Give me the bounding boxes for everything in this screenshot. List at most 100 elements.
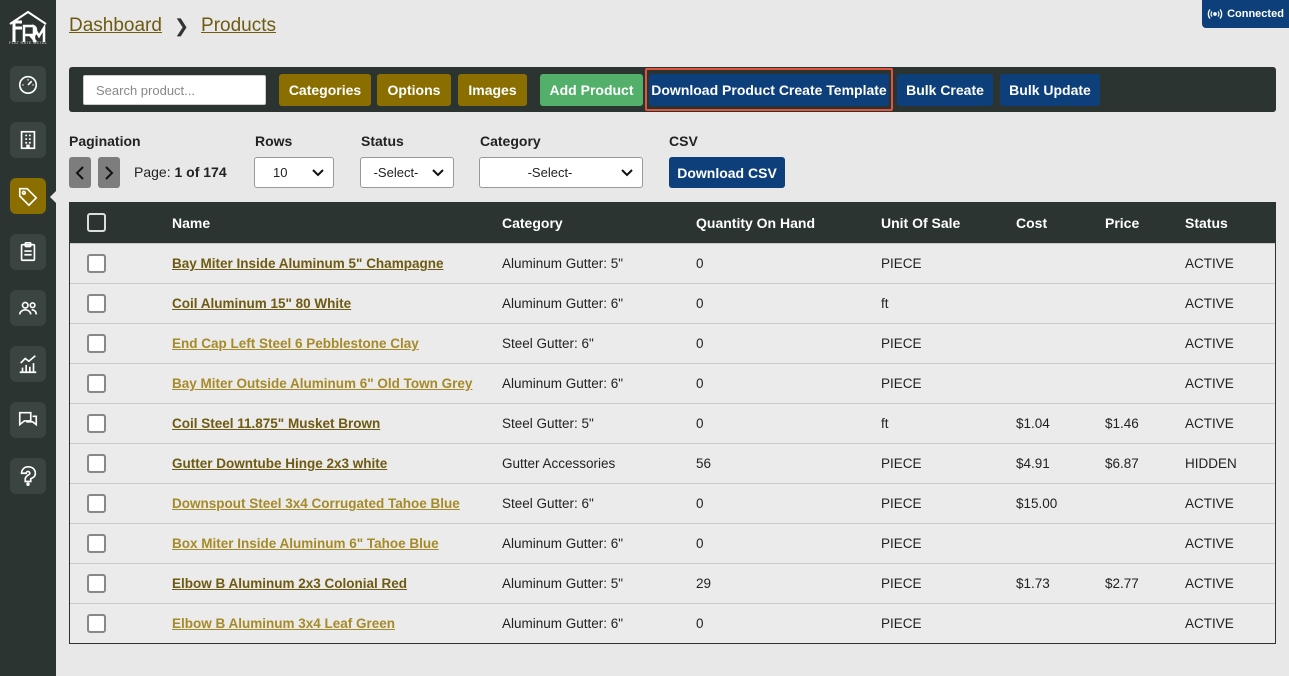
product-name-link[interactable]: Coil Aluminum 15" 80 White [172,296,351,311]
rows-label: Rows [255,133,293,149]
cell-price: $1.46 [1105,416,1139,431]
header-category[interactable]: Category [502,203,563,243]
product-name-link[interactable]: End Cap Left Steel 6 Pebblestone Clay [172,336,419,351]
cell-qty: 0 [696,616,704,631]
cell-qty: 0 [696,496,704,511]
category-select[interactable]: -Select- [479,157,643,188]
cell-qty: 0 [696,296,704,311]
row-checkbox[interactable] [87,534,106,553]
cell-name: Box Miter Inside Aluminum 6" Tahoe Blue [172,524,439,563]
page-value: 1 of 174 [174,164,227,180]
table-row[interactable]: Gutter Downtube Hinge 2x3 white Gutter Ac… [70,443,1275,483]
nav-users[interactable] [10,290,46,326]
header-status[interactable]: Status [1185,203,1228,243]
table-row[interactable]: Elbow B Aluminum 3x4 Leaf Green Aluminum … [70,603,1275,643]
bulk-create-button[interactable]: Bulk Create [897,74,993,106]
row-checkbox[interactable] [87,574,106,593]
cell-qty: 0 [696,536,704,551]
nav-dashboard[interactable] [10,66,46,102]
prev-page-button[interactable] [69,157,91,188]
cell-cost: $15.00 [1016,496,1058,511]
cell-category: Steel Gutter: 6" [502,336,594,351]
nav-products[interactable] [10,178,46,214]
table-row[interactable]: Bay Miter Inside Aluminum 5" Champagne Al… [70,243,1275,283]
status-select[interactable]: -Select- [360,157,454,188]
row-checkbox[interactable] [87,494,106,513]
row-checkbox[interactable] [87,294,106,313]
table-row[interactable]: Coil Steel 11.875" Musket Brown Steel Gut… [70,403,1275,443]
product-name-link[interactable]: Coil Steel 11.875" Musket Brown [172,416,380,431]
row-checkbox[interactable] [87,254,106,273]
product-name-link[interactable]: Box Miter Inside Aluminum 6" Tahoe Blue [172,536,439,551]
add-product-button[interactable]: Add Product [540,74,643,106]
nav-reports[interactable] [10,346,46,382]
row-checkbox[interactable] [87,454,106,473]
status-label: Status [361,133,404,149]
header-unit[interactable]: Unit Of Sale [881,203,960,243]
cell-unit: PIECE [881,256,922,271]
product-name-link[interactable]: Elbow B Aluminum 2x3 Colonial Red [172,576,407,591]
product-name-link[interactable]: Bay Miter Outside Aluminum 6" Old Town G… [172,376,472,391]
table-row[interactable]: Elbow B Aluminum 2x3 Colonial Red Aluminu… [70,563,1275,603]
cell-unit: ft [881,296,889,311]
header-name[interactable]: Name [172,203,210,243]
nav-orders[interactable] [10,234,46,270]
status-select-value: -Select- [373,165,419,180]
breadcrumb-dashboard-link[interactable]: Dashboard [69,15,162,37]
download-template-button[interactable]: Download Product Create Template [649,74,889,106]
rows-select[interactable]: 10 [254,157,334,188]
cell-status: ACTIVE [1185,536,1234,551]
next-page-button[interactable] [98,157,120,188]
row-checkbox[interactable] [87,414,106,433]
cell-unit: PIECE [881,536,922,551]
search-input[interactable] [83,75,266,105]
category-select-value: -Select- [527,165,573,180]
bulk-update-button[interactable]: Bulk Update [1000,74,1100,106]
product-name-link[interactable]: Elbow B Aluminum 3x4 Leaf Green [172,616,395,631]
nav-buildings[interactable] [10,122,46,158]
cell-cost: $4.91 [1016,456,1050,471]
cell-name: Coil Steel 11.875" Musket Brown [172,404,380,443]
cell-status: ACTIVE [1185,336,1234,351]
breadcrumb-products-link[interactable]: Products [201,15,276,37]
table-row[interactable]: Bay Miter Outside Aluminum 6" Old Town G… [70,363,1275,403]
chevron-left-icon [75,165,84,180]
cell-qty: 0 [696,256,704,271]
table-row[interactable]: Box Miter Inside Aluminum 6" Tahoe Blue A… [70,523,1275,563]
chart-icon [19,355,37,374]
table-row[interactable]: End Cap Left Steel 6 Pebblestone Clay Ste… [70,323,1275,363]
download-csv-button[interactable]: Download CSV [669,157,785,188]
table-row[interactable]: Downspout Steel 3x4 Corrugated Tahoe Blu… [70,483,1275,523]
header-qty[interactable]: Quantity On Hand [696,203,815,243]
pagination-label: Pagination [69,133,141,149]
sidebar: FLAT RATE METAL [0,0,57,676]
active-nav-caret [50,190,57,204]
cell-name: Bay Miter Outside Aluminum 6" Old Town G… [172,364,472,403]
cell-name: Downspout Steel 3x4 Corrugated Tahoe Blu… [172,484,460,523]
cell-name: End Cap Left Steel 6 Pebblestone Clay [172,324,419,363]
select-all-checkbox[interactable] [87,213,106,232]
categories-button[interactable]: Categories [279,74,371,106]
options-button[interactable]: Options [377,74,451,106]
row-checkbox[interactable] [87,334,106,353]
cell-unit: PIECE [881,496,922,511]
product-name-link[interactable]: Gutter Downtube Hinge 2x3 white [172,456,387,471]
nav-messages[interactable] [10,402,46,438]
row-checkbox[interactable] [87,614,106,633]
images-button[interactable]: Images [458,74,527,106]
cell-status: ACTIVE [1185,376,1234,391]
products-table: Name Category Quantity On Hand Unit Of S… [69,202,1276,644]
cell-category: Steel Gutter: 5" [502,416,594,431]
wireless-icon [1207,9,1223,19]
product-name-link[interactable]: Bay Miter Inside Aluminum 5" Champagne [172,256,443,271]
row-checkbox[interactable] [87,374,106,393]
product-name-link[interactable]: Downspout Steel 3x4 Corrugated Tahoe Blu… [172,496,460,511]
table-row[interactable]: Coil Aluminum 15" 80 White Aluminum Gutte… [70,283,1275,323]
connection-status-badge: Connected [1202,0,1289,28]
nav-help[interactable] [10,458,46,494]
cell-unit: ft [881,416,889,431]
header-cost[interactable]: Cost [1016,203,1047,243]
cell-category: Aluminum Gutter: 6" [502,296,624,311]
header-price[interactable]: Price [1105,203,1139,243]
cell-price: $6.87 [1105,456,1139,471]
